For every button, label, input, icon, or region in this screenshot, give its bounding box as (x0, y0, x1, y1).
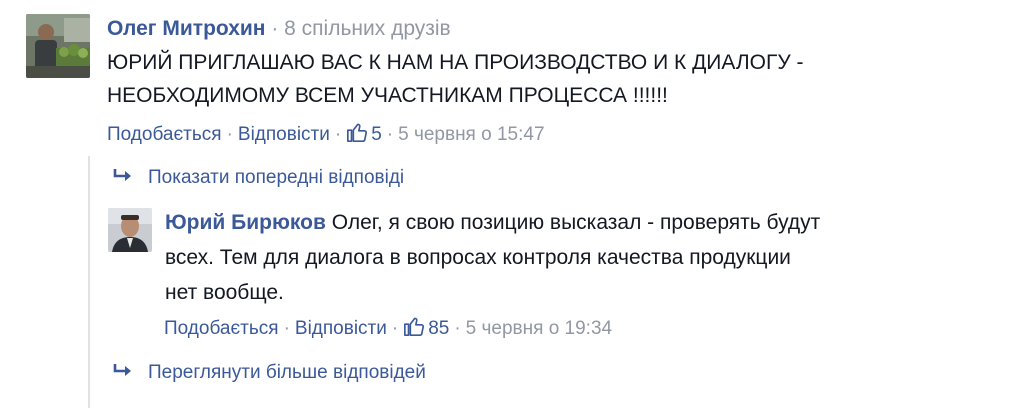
reply-thread-line (88, 156, 90, 408)
mutual-friends[interactable]: 8 спільних друзів (284, 17, 451, 40)
thumbs-up-icon (347, 123, 368, 142)
separator: · (334, 124, 342, 145)
author-name[interactable]: Юрий Бирюков (165, 211, 326, 234)
separator: · (386, 124, 394, 145)
comment-text-line: всех. Тем для диалога в вопросах контрол… (165, 246, 791, 269)
show-previous-replies-label: Показати попередні відповіді (148, 167, 405, 188)
likes-count-link[interactable]: 85 (403, 317, 450, 339)
reply-arrow-icon (112, 362, 134, 388)
comment-text: ЮРИЙ ПРИГЛАШАЮ ВАС К НАМ НА ПРОИЗВОДСТВО… (107, 46, 1012, 112)
reply-arrow-icon (112, 167, 134, 193)
separator: · (391, 318, 399, 339)
view-more-replies-label: Переглянути більше відповідей (148, 362, 426, 383)
mutual-separator: · (265, 17, 285, 40)
separator: · (454, 318, 461, 339)
avatar[interactable] (26, 14, 90, 78)
comment-text-line: ЮРИЙ ПРИГЛАШАЮ ВАС К НАМ НА ПРОИЗВОДСТВО… (107, 51, 804, 74)
avatar[interactable] (108, 208, 152, 252)
comment-text-line: Олег, я свою позицию высказал - проверят… (331, 211, 821, 234)
author-name[interactable]: Олег Митрохин (107, 17, 265, 40)
thumbs-up-icon (404, 317, 425, 336)
view-more-replies-link[interactable]: Переглянути більше відповідей (112, 360, 426, 388)
comment-text-line: НЕОБХОДИМОМУ ВСЕМ УЧАСТНИКАМ ПРОЦЕССА !!… (107, 84, 668, 107)
likes-count: 85 (428, 318, 450, 339)
like-button[interactable]: Подобається (107, 124, 222, 145)
timestamp[interactable]: 5 червня о 15:47 (398, 124, 544, 145)
timestamp[interactable]: 5 червня о 19:34 (466, 318, 612, 339)
separator: · (226, 124, 233, 145)
like-button[interactable]: Подобається (164, 318, 279, 339)
comment-actions: Подобається · Відповісти · 85 · 5 червня о 19:… (164, 315, 612, 342)
likes-count-link[interactable]: 5 (346, 123, 382, 145)
comment-text-line: нет вообще. (165, 281, 284, 304)
comment-actions: Подобається · Відповісти · 5 · 5 червня о 15:4… (107, 121, 545, 148)
separator: · (283, 318, 290, 339)
likes-count: 5 (371, 124, 382, 145)
show-previous-replies-link[interactable]: Показати попередні відповіді (112, 165, 404, 193)
reply-button[interactable]: Відповісти (238, 124, 330, 145)
reply-button[interactable]: Відповісти (295, 318, 387, 339)
